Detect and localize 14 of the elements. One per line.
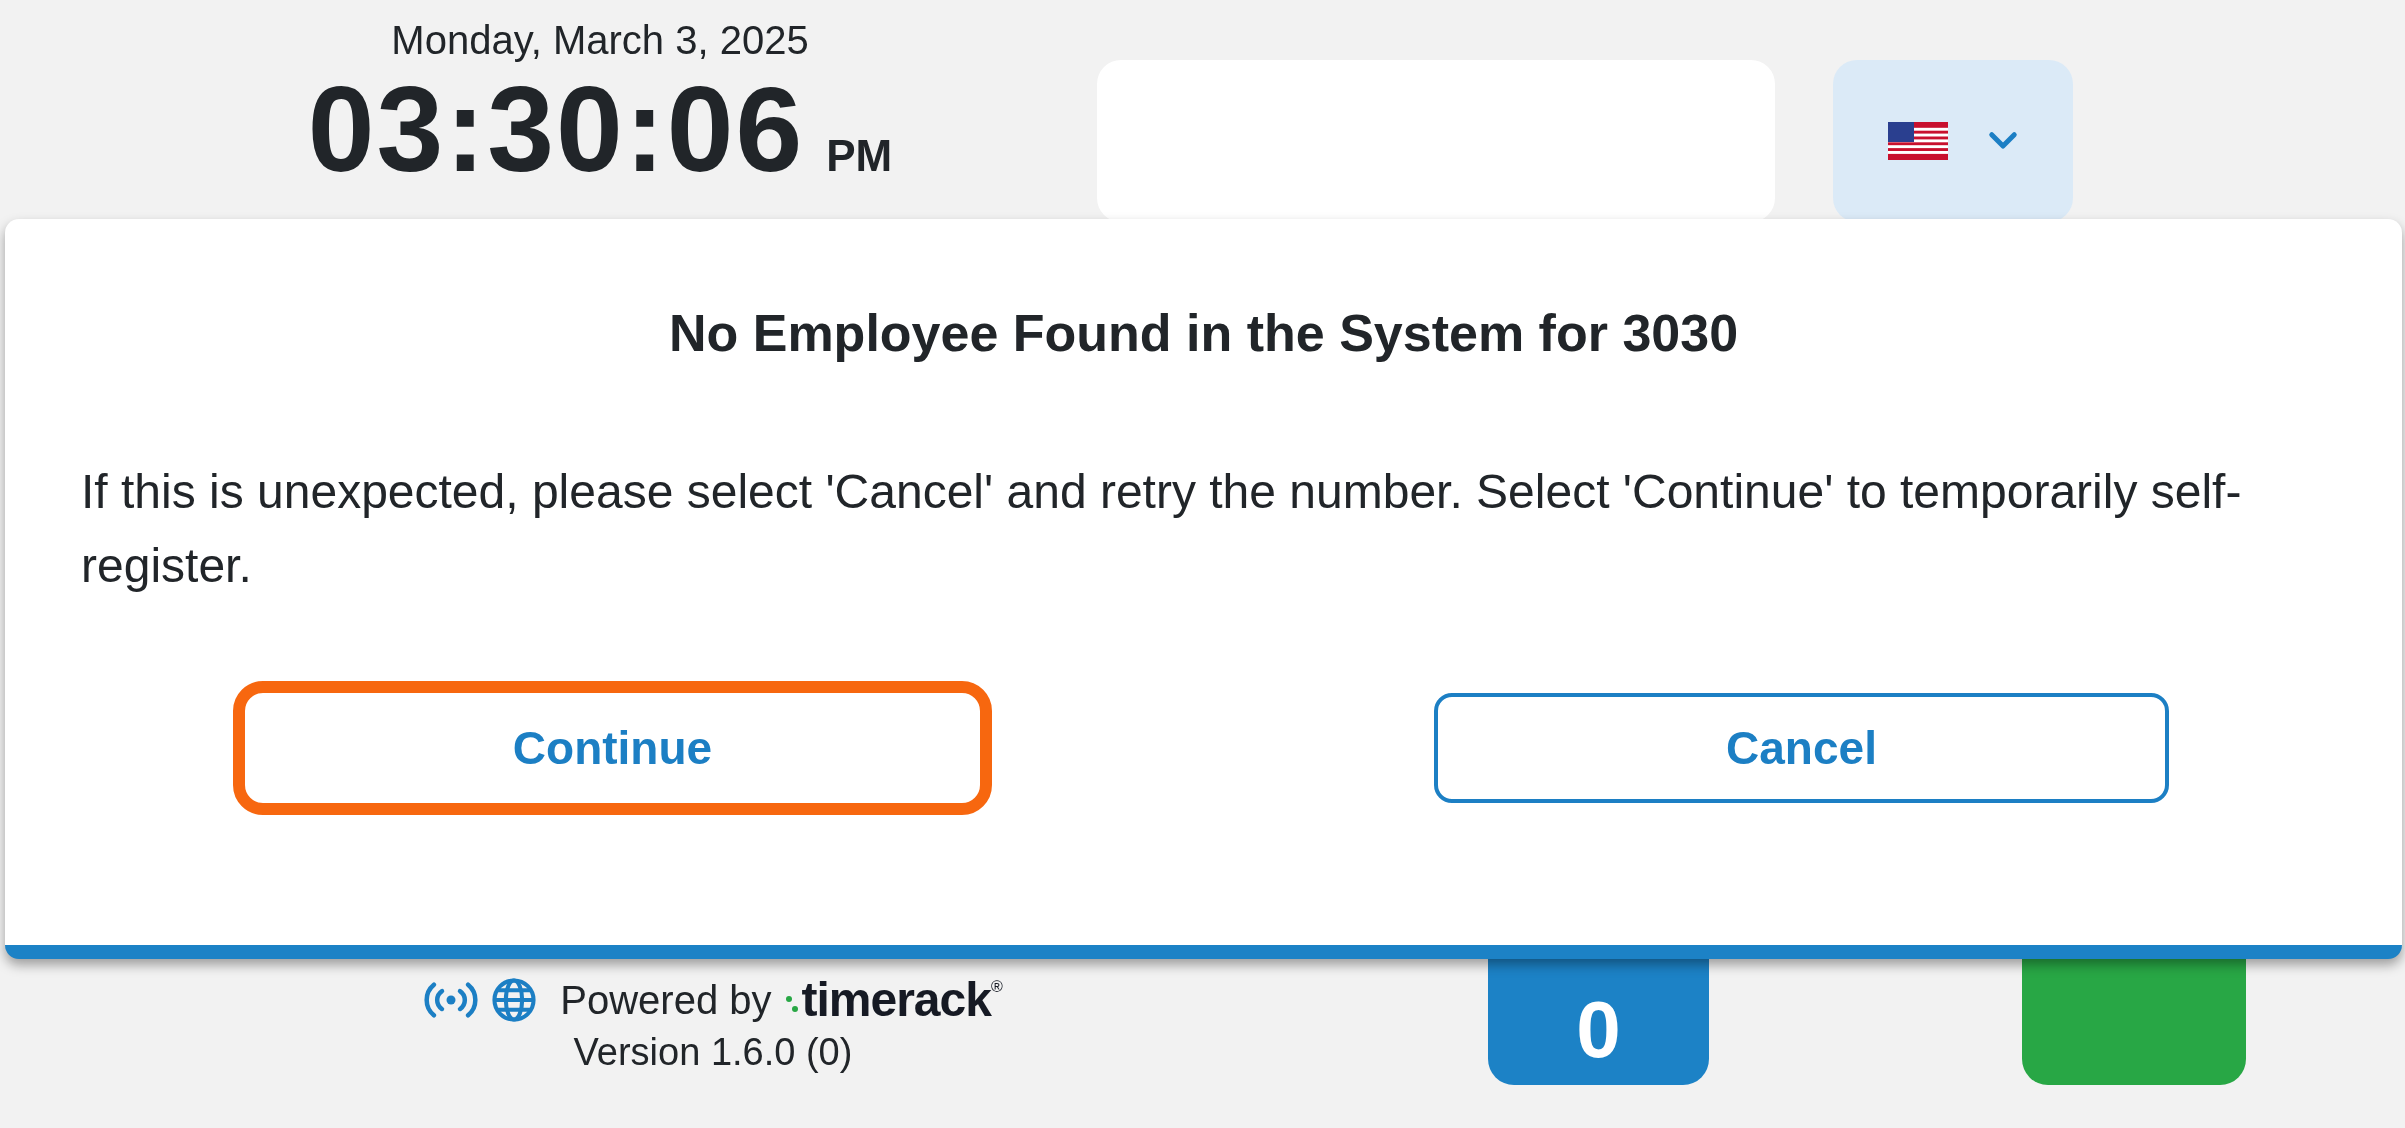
clock-time: 03:30:06 [307, 64, 805, 194]
dialog-button[interactable]: Cancel [1434, 693, 2169, 803]
flag-icon [1888, 122, 1948, 160]
dialog-message: If this is unexpected, please select 'Cancel' and retry the number. Select 'Continue' to temporarily self-register. [80, 464, 2243, 594]
language-button[interactable] [1833, 60, 2073, 222]
broadcast-icon [424, 982, 479, 1018]
chevron-down-icon [1988, 131, 2018, 151]
powered-by-text: Powered by [560, 977, 772, 1024]
date-text: Monday, March 3, 2025 [391, 17, 809, 64]
version-text: Version 1.6.0 (0) [573, 1030, 853, 1075]
globe-icon [492, 978, 537, 1022]
brand-logo: timerack$^{®}$ [785, 975, 1002, 1025]
meridiem-text: PM [826, 131, 893, 181]
dialog-title: No Employee Found in the System for 3030 [667, 303, 1740, 364]
